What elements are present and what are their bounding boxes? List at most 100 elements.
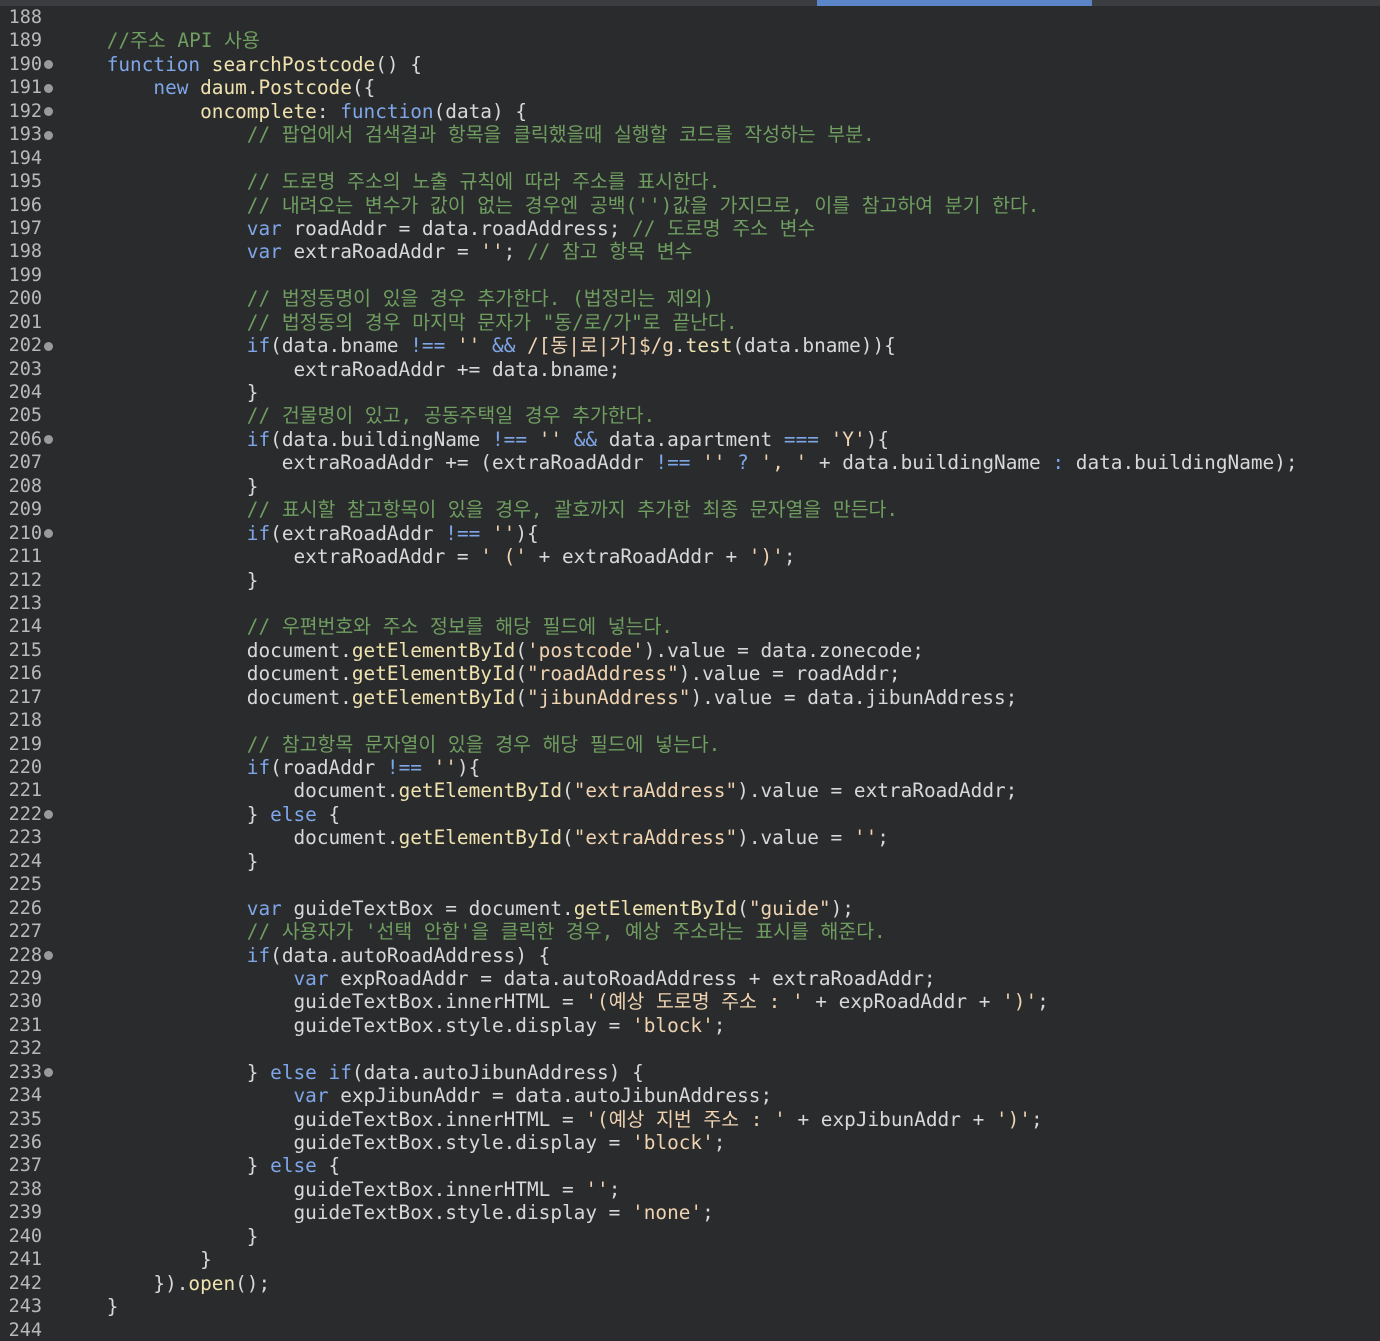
code-area[interactable]: 188 189 //주소 API 사용 190 function searchPos… xyxy=(0,6,1380,1341)
code-line[interactable]: 206 if(data.buildingName !== '' && data.… xyxy=(0,428,1380,451)
code-line[interactable]: 225 xyxy=(0,873,1380,896)
code-text: } xyxy=(60,381,259,404)
code-line[interactable]: 235 guideTextBox.innerHTML = '(예상 지번 주소 … xyxy=(0,1108,1380,1131)
code-line[interactable]: 232 xyxy=(0,1037,1380,1060)
code-line[interactable]: 230 guideTextBox.innerHTML = '(예상 도로명 주소… xyxy=(0,990,1380,1013)
fold-toggle-icon[interactable] xyxy=(44,810,53,820)
code-line[interactable]: 241 } xyxy=(0,1248,1380,1271)
code-line[interactable]: 214 // 우편번호와 주소 정보를 해당 필드에 넣는다. xyxy=(0,615,1380,638)
code-token: ; xyxy=(608,1177,621,1201)
code-token: } xyxy=(60,802,271,826)
code-line[interactable]: 244 xyxy=(0,1319,1380,1341)
code-line[interactable]: 189 //주소 API 사용 xyxy=(0,29,1380,52)
code-line[interactable]: 238 guideTextBox.innerHTML = ''; xyxy=(0,1178,1380,1201)
code-editor[interactable]: 188 189 //주소 API 사용 190 function searchPos… xyxy=(0,0,1380,1341)
code-line[interactable]: 194 xyxy=(0,147,1380,170)
fold-toggle-icon[interactable] xyxy=(44,130,53,140)
code-text: if(data.bname !== '' && /[동|로|가]$/g.test… xyxy=(60,334,896,357)
line-number: 192 xyxy=(8,100,42,122)
code-line[interactable]: 215 document.getElementById('postcode').… xyxy=(0,639,1380,662)
code-line[interactable]: 207 extraRoadAddr += (extraRoadAddr !== … xyxy=(0,451,1380,474)
code-line[interactable]: 229 var expRoadAddr = data.autoRoadAddre… xyxy=(0,967,1380,990)
code-line[interactable]: 219 // 참고항목 문자열이 있을 경우 해당 필드에 넣는다. xyxy=(0,733,1380,756)
code-line[interactable]: 223 document.getElementById("extraAddres… xyxy=(0,826,1380,849)
code-line[interactable]: 242 }).open(); xyxy=(0,1272,1380,1295)
fold-toggle-icon[interactable] xyxy=(44,1068,53,1078)
fold-toggle-icon[interactable] xyxy=(44,435,53,445)
code-line[interactable]: 199 xyxy=(0,264,1380,287)
code-line[interactable]: 239 guideTextBox.style.display = 'none'; xyxy=(0,1201,1380,1224)
code-text: } xyxy=(60,569,259,592)
code-line[interactable]: 228 if(data.autoRoadAddress) { xyxy=(0,944,1380,967)
line-number: 213 xyxy=(8,592,42,614)
code-line[interactable]: 216 document.getElementById("roadAddress… xyxy=(0,662,1380,685)
code-line[interactable]: 205 // 건물명이 있고, 공동주택일 경우 추가한다. xyxy=(0,404,1380,427)
code-line[interactable]: 234 var expJibunAddr = data.autoJibunAdd… xyxy=(0,1084,1380,1107)
code-line[interactable]: 191 new daum.Postcode({ xyxy=(0,76,1380,99)
code-line[interactable]: 237 } else { xyxy=(0,1154,1380,1177)
line-number: 204 xyxy=(8,382,42,403)
code-function: getElementById xyxy=(398,779,563,803)
code-line[interactable]: 188 xyxy=(0,6,1380,29)
code-line[interactable]: 233 } else if(data.autoJibunAddress) { xyxy=(0,1061,1380,1084)
code-line[interactable]: 208 } xyxy=(0,475,1380,498)
code-line[interactable]: 200 // 법정동명이 있을 경우 추가한다. (법정리는 제외) xyxy=(0,287,1380,310)
code-token: + extraRoadAddr + xyxy=(526,545,749,569)
code-text: } xyxy=(60,475,259,498)
code-line[interactable]: 198 var extraRoadAddr = ''; // 참고 항목 변수 xyxy=(0,240,1380,263)
code-line[interactable]: 193 // 팝업에서 검색결과 항목을 클릭했을때 실행할 코드를 작성하는 … xyxy=(0,123,1380,146)
code-token: () { xyxy=(375,52,422,76)
code-token: ( xyxy=(737,896,749,920)
code-line[interactable]: 204 } xyxy=(0,381,1380,404)
fold-toggle-icon[interactable] xyxy=(44,951,53,960)
code-line[interactable]: 190 function searchPostcode() { xyxy=(0,53,1380,76)
code-text: document.getElementById("roadAddress").v… xyxy=(60,662,901,685)
code-line[interactable]: 195 // 도로명 주소의 노출 규칙에 따라 주소를 표시한다. xyxy=(0,170,1380,193)
code-line[interactable]: 222 } else { xyxy=(0,803,1380,826)
code-line[interactable]: 236 guideTextBox.style.display = 'block'… xyxy=(0,1131,1380,1154)
code-line[interactable]: 224 } xyxy=(0,850,1380,873)
code-keyword: function xyxy=(340,99,434,123)
code-line[interactable]: 210 if(extraRoadAddr !== ''){ xyxy=(0,522,1380,545)
code-token: document. xyxy=(60,826,399,850)
code-line[interactable]: 203 extraRoadAddr += data.bname; xyxy=(0,358,1380,381)
code-token: ).value = roadAddr; xyxy=(678,662,901,686)
code-line[interactable]: 220 if(roadAddr !== ''){ xyxy=(0,756,1380,779)
code-line[interactable]: 226 var guideTextBox = document.getEleme… xyxy=(0,897,1380,920)
code-line[interactable]: 192 oncomplete: function(data) { xyxy=(0,100,1380,123)
code-token: }). xyxy=(60,1271,189,1295)
code-line[interactable]: 240 } xyxy=(0,1225,1380,1248)
code-token: (data.buildingName xyxy=(270,427,492,451)
code-keyword: if xyxy=(246,756,271,779)
code-line[interactable]: 218 xyxy=(0,709,1380,732)
code-line[interactable]: 212 } xyxy=(0,569,1380,592)
code-line[interactable]: 197 var roadAddr = data.roadAddress; // … xyxy=(0,217,1380,240)
code-line[interactable]: 201 // 법정동의 경우 마지막 문자가 "동/로/가"로 끝난다. xyxy=(0,311,1380,334)
code-token: document. xyxy=(60,685,352,709)
code-line[interactable]: 209 // 표시할 참고항목이 있을 경우, 괄호까지 추가한 최종 문자열을… xyxy=(0,498,1380,521)
code-line[interactable]: 196 // 내려오는 변수가 값이 없는 경우엔 공백('')값을 가지므로,… xyxy=(0,194,1380,217)
fold-toggle-icon[interactable] xyxy=(44,529,53,539)
code-function: getElementById xyxy=(351,662,516,686)
code-function: getElementById xyxy=(573,896,738,920)
fold-toggle-icon[interactable] xyxy=(44,107,53,117)
line-number: 218 xyxy=(8,710,42,732)
code-keyword: && xyxy=(573,427,598,451)
code-line[interactable]: 227 // 사용자가 '선택 안함'을 클릭한 경우, 예상 주소라는 표시를… xyxy=(0,920,1380,943)
line-number: 196 xyxy=(8,194,42,216)
code-line[interactable]: 243 } xyxy=(0,1295,1380,1318)
fold-toggle-icon[interactable] xyxy=(44,341,53,351)
code-line[interactable]: 211 extraRoadAddr = ' (' + extraRoadAddr… xyxy=(0,545,1380,568)
code-line[interactable]: 202 if(data.bname !== '' && /[동|로|가]$/g.… xyxy=(0,334,1380,357)
fold-toggle-icon[interactable] xyxy=(44,83,53,93)
code-line[interactable]: 221 document.getElementById("extraAddres… xyxy=(0,779,1380,802)
code-line[interactable]: 217 document.getElementById("jibunAddres… xyxy=(0,686,1380,709)
line-number: 235 xyxy=(8,1108,42,1130)
code-text: if(data.autoRoadAddress) { xyxy=(60,944,551,967)
code-line[interactable]: 213 xyxy=(0,592,1380,615)
code-line[interactable]: 231 guideTextBox.style.display = 'block'… xyxy=(0,1014,1380,1037)
fold-toggle-icon[interactable] xyxy=(44,60,53,70)
